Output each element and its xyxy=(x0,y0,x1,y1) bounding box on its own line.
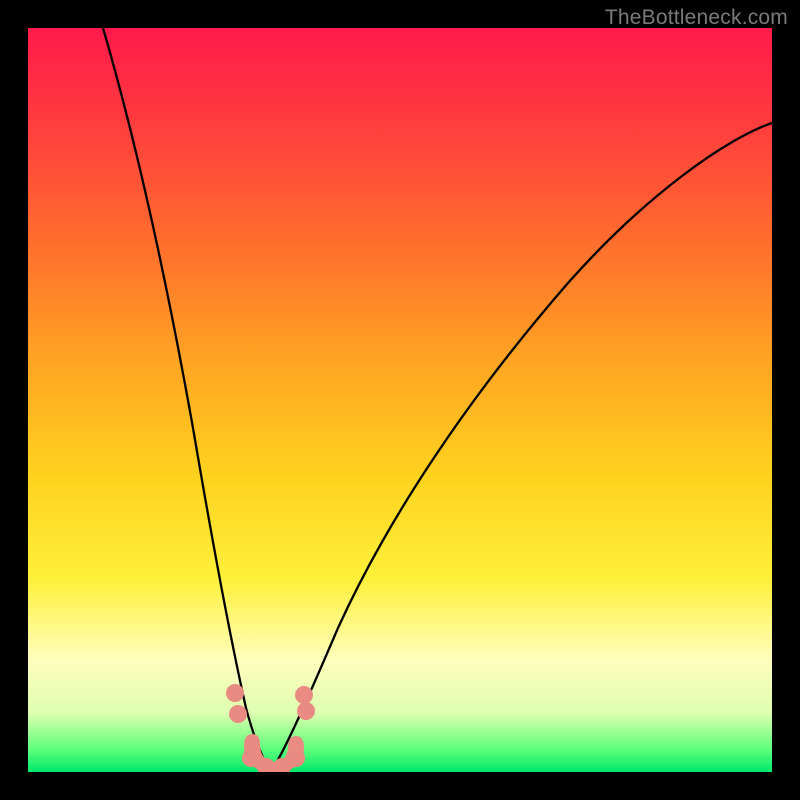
watermark-text: TheBottleneck.com xyxy=(605,6,788,30)
curve-layer xyxy=(28,28,772,772)
marker-dot xyxy=(287,749,305,767)
marker-dot xyxy=(226,684,244,702)
marker-dot xyxy=(229,705,247,723)
marker-dot xyxy=(297,702,315,720)
chart-frame: TheBottleneck.com xyxy=(0,0,800,800)
marker-dot xyxy=(295,686,313,704)
right-curve xyxy=(271,123,772,772)
marker-dot xyxy=(242,749,260,767)
plot-area xyxy=(28,28,772,772)
left-curve xyxy=(103,28,271,772)
marker-cluster xyxy=(226,684,315,772)
